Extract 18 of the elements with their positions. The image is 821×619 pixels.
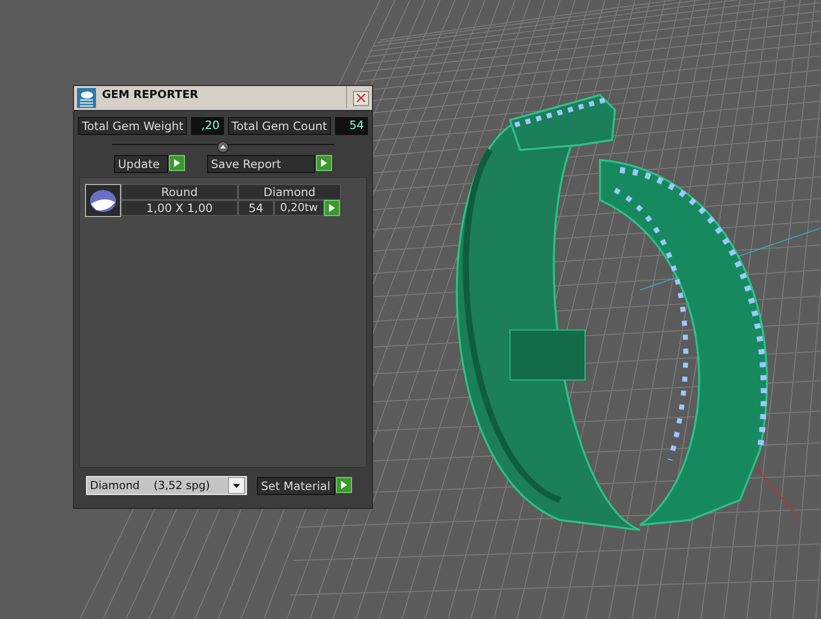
table-cell: 1,00 X 1,00 bbox=[121, 200, 238, 216]
window-title: GEM REPORTER bbox=[102, 86, 347, 108]
set-material-button[interactable]: Set Material bbox=[257, 476, 335, 494]
gem-thumbnail-icon bbox=[85, 184, 121, 217]
table-cell: Diamond bbox=[238, 184, 341, 200]
update-button[interactable]: Update bbox=[114, 155, 168, 173]
collapse-knob-icon[interactable] bbox=[217, 138, 229, 150]
gem-app-icon bbox=[77, 88, 96, 108]
close-icon[interactable] bbox=[353, 90, 369, 106]
material-dropdown[interactable]: Diamond (3,52 spg) bbox=[86, 476, 247, 495]
table-cell: 0,20tw bbox=[274, 200, 324, 216]
save-report-button[interactable]: Save Report bbox=[207, 155, 315, 173]
table-cell: 54 bbox=[238, 200, 274, 216]
total-value: ,20 bbox=[191, 117, 224, 135]
total-label: Total Gem Weight bbox=[78, 117, 188, 135]
total-value: 54 bbox=[335, 117, 368, 135]
total-label: Total Gem Count bbox=[228, 117, 332, 135]
table-cell: Round bbox=[121, 184, 238, 200]
